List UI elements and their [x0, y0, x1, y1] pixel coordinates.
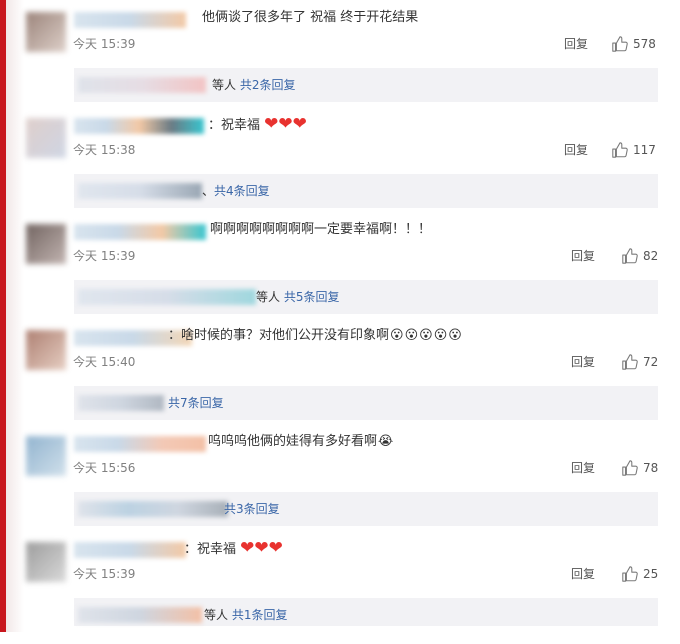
sub-replies-summary: 共7条回复 — [168, 395, 224, 411]
heart-icon: ❤ — [292, 114, 307, 134]
view-replies-link[interactable]: 共4条回复 — [214, 184, 270, 198]
crying-face-icon: 😭 — [378, 434, 394, 449]
comment-item: ：祝幸福 ❤❤❤ 今天 15:39 回复 25 等人 共1条回复 — [26, 538, 666, 644]
sub-replies-summary: 等人 共1条回复 — [204, 607, 287, 623]
thumbs-up-icon — [622, 248, 638, 264]
avatar[interactable] — [26, 224, 66, 264]
comment-time: 今天 15:56 — [73, 461, 136, 475]
comment-item: 他俩谈了很多年了 祝福 终于开花结果 今天 15:39 回复 578 等人 共2… — [26, 8, 666, 114]
comment-time: 今天 15:39 — [73, 567, 136, 581]
blurred-username[interactable] — [74, 224, 206, 240]
comment-text: ：祝幸福 ❤❤❤ — [208, 114, 307, 134]
sub-prefix: 等人 — [212, 78, 237, 92]
like-button[interactable]: 82 — [621, 246, 658, 266]
comment-text: 呜呜呜他俩的娃得有多好看啊😭 — [208, 434, 394, 449]
sub-replies-summary: 共3条回复 — [224, 501, 280, 517]
reply-button[interactable]: 回复 — [571, 248, 595, 264]
thumbs-up-icon — [622, 354, 638, 370]
sub-replies-box: 等人 共1条回复 — [74, 598, 658, 626]
comment-item: 呜呜呜他俩的娃得有多好看啊😭 今天 15:56 回复 78 共3条回复 — [26, 432, 666, 538]
reply-button[interactable]: 回复 — [564, 36, 588, 52]
like-button[interactable]: 117 — [611, 140, 656, 160]
avatar[interactable] — [26, 542, 66, 582]
heart-icon: ❤ — [268, 538, 283, 558]
blurred-username[interactable] — [74, 12, 186, 28]
comment-time: 今天 15:39 — [73, 37, 136, 51]
like-button[interactable]: 25 — [621, 564, 658, 584]
blurred-sub-users — [78, 607, 202, 623]
reply-button[interactable]: 回复 — [571, 566, 595, 582]
reply-button[interactable]: 回复 — [564, 142, 588, 158]
blurred-sub-users — [78, 501, 228, 517]
sub-replies-summary: 等人 共5条回复 — [256, 289, 339, 305]
comment-time: 今天 15:40 — [73, 355, 136, 369]
like-button[interactable]: 72 — [621, 352, 658, 372]
thumbs-up-icon — [622, 460, 638, 476]
heart-icon: ❤ — [264, 114, 279, 134]
like-count: 25 — [643, 567, 659, 581]
comment-text: ：啥时候的事？对他们公开没有印象啊😮😮😮😮😮 — [168, 328, 462, 343]
blurred-username[interactable] — [74, 118, 204, 134]
surprised-face-icon: 😮 — [433, 328, 448, 343]
comment-time: 今天 15:39 — [73, 249, 136, 263]
surprised-face-icon: 😮 — [448, 328, 462, 343]
surprised-face-icon: 😮 — [404, 328, 419, 343]
avatar[interactable] — [26, 330, 66, 370]
blurred-sub-users — [78, 183, 202, 199]
comment-text: 啊啊啊啊啊啊啊啊一定要幸福啊！！！ — [210, 222, 432, 237]
like-count: 578 — [633, 37, 656, 51]
reply-button[interactable]: 回复 — [571, 354, 595, 370]
avatar[interactable] — [26, 12, 66, 52]
blurred-username[interactable] — [74, 436, 206, 452]
sub-prefix: 等人 — [204, 608, 229, 622]
heart-icon: ❤ — [254, 538, 269, 558]
sub-replies-summary: 、共4条回复 — [202, 183, 270, 199]
surprised-face-icon: 😮 — [390, 328, 404, 343]
thumbs-up-icon — [622, 566, 638, 582]
avatar[interactable] — [26, 118, 66, 158]
blurred-sub-users — [78, 395, 164, 411]
like-button[interactable]: 78 — [621, 458, 658, 478]
like-button[interactable]: 578 — [611, 34, 656, 54]
comment-text: 他俩谈了很多年了 祝福 终于开花结果 — [202, 10, 419, 25]
blurred-sub-users — [78, 77, 206, 93]
sub-replies-summary: 等人 共2条回复 — [212, 77, 295, 93]
like-count: 72 — [643, 355, 659, 369]
view-replies-link[interactable]: 共7条回复 — [168, 396, 224, 410]
heart-icon: ❤ — [278, 114, 293, 134]
blurred-sub-users — [78, 289, 256, 305]
sub-replies-box: 等人 共2条回复 — [74, 68, 658, 102]
view-replies-link[interactable]: 共2条回复 — [240, 78, 296, 92]
reply-button[interactable]: 回复 — [571, 460, 595, 476]
accent-bar-fade — [6, 0, 24, 632]
blurred-username[interactable] — [74, 542, 186, 558]
view-replies-link[interactable]: 共5条回复 — [284, 290, 340, 304]
view-replies-link[interactable]: 共3条回复 — [224, 502, 280, 516]
surprised-face-icon: 😮 — [419, 328, 433, 343]
heart-icon: ❤ — [240, 538, 255, 558]
sub-prefix: 、 — [202, 184, 215, 198]
comment-item: ：祝幸福 ❤❤❤ 今天 15:38 回复 117 、共4条回复 — [26, 114, 666, 220]
sub-replies-box: 共7条回复 — [74, 386, 658, 420]
comment-time: 今天 15:38 — [73, 143, 136, 157]
sub-prefix: 等人 — [256, 290, 281, 304]
sub-replies-box: 等人 共5条回复 — [74, 280, 658, 314]
thumbs-up-icon — [612, 36, 628, 52]
comment-text: ：祝幸福 ❤❤❤ — [184, 538, 283, 558]
comment-item: ：啥时候的事？对他们公开没有印象啊😮😮😮😮😮 今天 15:40 回复 72 共7… — [26, 326, 666, 432]
like-count: 82 — [643, 249, 659, 263]
comment-item: 啊啊啊啊啊啊啊啊一定要幸福啊！！！ 今天 15:39 回复 82 等人 共5条回… — [26, 220, 666, 326]
avatar[interactable] — [26, 436, 66, 476]
like-count: 117 — [633, 143, 656, 157]
sub-replies-box: 、共4条回复 — [74, 174, 658, 208]
thumbs-up-icon — [612, 142, 628, 158]
like-count: 78 — [643, 461, 659, 475]
view-replies-link[interactable]: 共1条回复 — [232, 608, 288, 622]
sub-replies-box: 共3条回复 — [74, 492, 658, 526]
